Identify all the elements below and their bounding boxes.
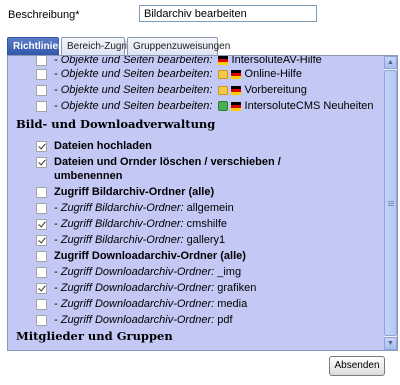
scroll-down-icon[interactable]: ▼	[384, 337, 397, 350]
tab-richtlinien[interactable]: Richtlinien	[7, 37, 64, 56]
list-item: - Zugriff Downloadarchiv-Ordner: _img	[36, 264, 241, 280]
list-item-label: - Objekte und Seiten bearbeiten: Vorbere…	[54, 84, 307, 96]
list-item-label: Dateien hochladen	[54, 140, 152, 152]
list-item-label: - Zugriff Bildarchiv-Ordner: cmshilfe	[54, 218, 227, 230]
list-item-label: - Objekte und Seiten bearbeiten: Interso…	[54, 100, 374, 112]
checkbox[interactable]	[36, 298, 47, 310]
list-item-label: - Objekte und Seiten bearbeiten: Interso…	[54, 56, 322, 66]
permissions-panel: - Objekte und Seiten bearbeiten: Interso…	[7, 55, 398, 351]
list-item: Zugriff Downloadarchiv-Ordner (alle)	[36, 248, 246, 264]
globe-icon	[218, 101, 229, 112]
list-item: - Zugriff Bildarchiv-Ordner: cmshilfe	[36, 216, 227, 232]
list-item-label: - Zugriff Downloadarchiv-Ordner: media	[54, 298, 248, 310]
section-heading-bild-download: Bild- und Downloadverwaltung	[16, 117, 216, 131]
list-item: - Zugriff Downloadarchiv-Ordner: grafike…	[36, 280, 256, 296]
checkbox[interactable]	[36, 156, 47, 168]
scroll-up-icon[interactable]: ▲	[384, 56, 397, 69]
submit-button[interactable]: Absenden	[329, 356, 385, 376]
list-item-label: - Zugriff Bildarchiv-Ordner: allgemein	[54, 202, 234, 214]
tab-gruppenzuweisungen[interactable]: Gruppenzuweisungen	[127, 37, 230, 55]
list-item-continuation: umbenennen	[54, 168, 122, 184]
permissions-list: - Objekte und Seiten bearbeiten: Interso…	[8, 56, 384, 350]
list-item-label: - Zugriff Downloadarchiv-Ordner: pdf	[54, 314, 233, 326]
checkbox[interactable]	[36, 218, 47, 230]
list-item: Zugriff Bildarchiv-Ordner (alle)	[36, 184, 214, 200]
list-item: - Zugriff Downloadarchiv-Ordner: media	[36, 296, 247, 312]
tab-bereich-zugriff[interactable]: Bereich-Zugriff	[61, 37, 132, 55]
checkbox[interactable]	[36, 100, 47, 112]
checkbox[interactable]	[36, 234, 47, 246]
flag-icon	[231, 101, 242, 111]
list-item-label: - Zugriff Downloadarchiv-Ordner: grafike…	[54, 282, 257, 294]
list-item: - Objekte und Seiten bearbeiten: Interso…	[36, 98, 374, 114]
checkbox[interactable]	[36, 314, 47, 326]
list-item: Dateien hochladen	[36, 138, 152, 154]
list-item-label: umbenennen	[54, 170, 123, 182]
folder-icon	[218, 69, 229, 79]
list-item-label: - Objekte und Seiten bearbeiten: Online-…	[54, 68, 302, 80]
list-item: - Zugriff Bildarchiv-Ordner: gallery1	[36, 232, 225, 248]
list-item-label: Dateien und Ornder löschen / verschieben…	[54, 156, 281, 168]
list-item-label: - Zugriff Downloadarchiv-Ordner: _img	[54, 266, 242, 278]
list-item-label: Zugriff Bildarchiv-Ordner (alle)	[54, 186, 215, 198]
checkbox[interactable]	[36, 84, 47, 96]
list-item-label: - Zugriff Bildarchiv-Ordner: gallery1	[54, 234, 226, 246]
description-label: Beschreibung*	[8, 9, 80, 21]
list-item: - Zugriff Bildarchiv-Ordner: allgemein	[36, 200, 234, 216]
checkbox[interactable]	[36, 186, 47, 198]
checkbox[interactable]	[36, 202, 47, 214]
checkbox[interactable]	[36, 282, 47, 294]
flag-icon	[231, 69, 242, 79]
checkbox[interactable]	[36, 68, 47, 80]
list-item: - Objekte und Seiten bearbeiten: Vorbere…	[36, 82, 307, 98]
flag-icon	[231, 85, 242, 95]
scrollbar-thumb[interactable]	[384, 70, 397, 336]
checkbox[interactable]	[36, 266, 47, 278]
checkbox[interactable]	[36, 140, 47, 152]
section-heading-mitglieder: Mitglieder und Gruppen	[16, 329, 173, 343]
flag-icon	[218, 56, 229, 65]
vertical-scrollbar[interactable]: ▲ ▼	[383, 56, 397, 350]
list-item-label: Zugriff Downloadarchiv-Ordner (alle)	[54, 250, 246, 262]
checkbox[interactable]	[36, 56, 47, 66]
list-item: - Objekte und Seiten bearbeiten: Online-…	[36, 66, 302, 82]
checkbox[interactable]	[36, 250, 47, 262]
folder-icon	[218, 85, 229, 95]
description-field[interactable]	[139, 5, 317, 22]
list-item: - Zugriff Downloadarchiv-Ordner: pdf	[36, 312, 233, 328]
